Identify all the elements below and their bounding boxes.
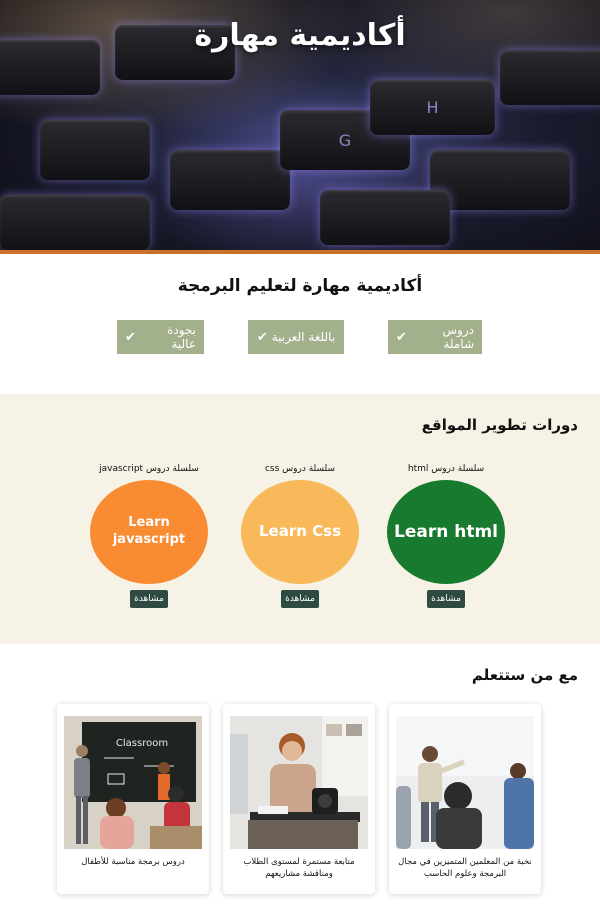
keyboard-key-image: H — [370, 80, 495, 135]
watch-button[interactable]: مشاهدة — [427, 590, 465, 608]
watch-button[interactable]: مشاهدة — [130, 590, 168, 608]
course-caption: سلسلة دروس html — [407, 464, 485, 474]
course-thumbnail[interactable]: Learn html — [387, 480, 505, 584]
course-thumbnail-text: Learn javascript — [112, 515, 186, 547]
hero-banner: G H أكاديمية مهارة — [0, 0, 600, 254]
course-card-javascript: سلسلة دروس javascript Learn javascript م… — [89, 464, 209, 608]
course-caption: سلسلة دروس javascript — [99, 464, 199, 474]
intro-section: أكاديمية مهارة لتعليم البرمجة دروس شاملة… — [0, 254, 600, 394]
teacher-card-text: دروس برمجة مناسبة للأطفال — [81, 857, 185, 867]
teacher-photo: Classroom — [64, 716, 202, 849]
teachers-title: مع من ستتعلم — [471, 666, 578, 684]
feature-label: باللغة العربية — [271, 330, 336, 344]
teacher-card: Classroom دروس برمجة مناسبة للأطفال — [57, 704, 209, 894]
teacher-card-text: متابعة مستمرة لمستوى الطلاب ومناقشة مشار… — [243, 857, 355, 880]
check-icon: ✔ — [256, 329, 268, 345]
keyboard-key-image — [500, 50, 600, 105]
course-thumbnail-text: Learn html — [394, 521, 499, 542]
check-icon: ✔ — [125, 329, 136, 345]
teacher-photo — [396, 716, 534, 849]
course-thumbnail[interactable]: Learn javascript — [90, 480, 208, 584]
keyboard-key-image — [0, 195, 150, 250]
feature-label: دروس شاملة — [442, 323, 474, 351]
teacher-presenting-image — [396, 716, 534, 849]
check-icon: ✔ — [396, 329, 407, 345]
keyboard-key-image — [170, 150, 290, 210]
courses-title: دورات تطوير المواقع — [421, 416, 578, 434]
course-thumbnail[interactable]: Learn Css — [241, 480, 359, 584]
feature-list: دروس شاملة ✔ باللغة العربية ✔ بجودة عالي… — [0, 320, 600, 356]
feature-label: بجودة عالية — [167, 323, 196, 351]
teacher-with-students-image — [230, 716, 368, 849]
teacher-card-text: نخبة من المعلمين المتميزين في مجال البرم… — [398, 857, 532, 880]
courses-section: دورات تطوير المواقع سلسلة دروس html Lear… — [0, 394, 600, 644]
teachers-section: مع من ستتعلم نخبة من المعلمين المتميزين … — [0, 644, 600, 904]
teacher-card: نخبة من المعلمين المتميزين في مجال البرم… — [389, 704, 541, 894]
key-label: H — [426, 98, 439, 117]
course-card-css: سلسلة دروس css Learn Css مشاهدة — [240, 464, 360, 608]
hero-title: أكاديمية مهارة — [194, 18, 406, 53]
classroom-kids-image: Classroom — [64, 716, 202, 849]
keyboard-key-image — [430, 150, 570, 210]
keyboard-key-image — [320, 190, 450, 245]
watch-button[interactable]: مشاهدة — [281, 590, 319, 608]
teacher-photo — [230, 716, 368, 849]
teacher-card: متابعة مستمرة لمستوى الطلاب ومناقشة مشار… — [223, 704, 375, 894]
feature-badge: بجودة عالية ✔ — [117, 320, 204, 354]
keyboard-key-image — [40, 120, 150, 180]
course-card-html: سلسلة دروس html Learn html مشاهدة — [386, 464, 506, 608]
key-label: G — [338, 130, 352, 150]
intro-heading: أكاديمية مهارة لتعليم البرمجة — [177, 276, 423, 296]
course-thumbnail-text: Learn Css — [258, 522, 342, 541]
course-caption: سلسلة دروس css — [264, 464, 336, 474]
feature-badge: دروس شاملة ✔ — [388, 320, 482, 354]
board-text: Classroom — [116, 738, 168, 749]
feature-badge: باللغة العربية ✔ — [248, 320, 344, 354]
